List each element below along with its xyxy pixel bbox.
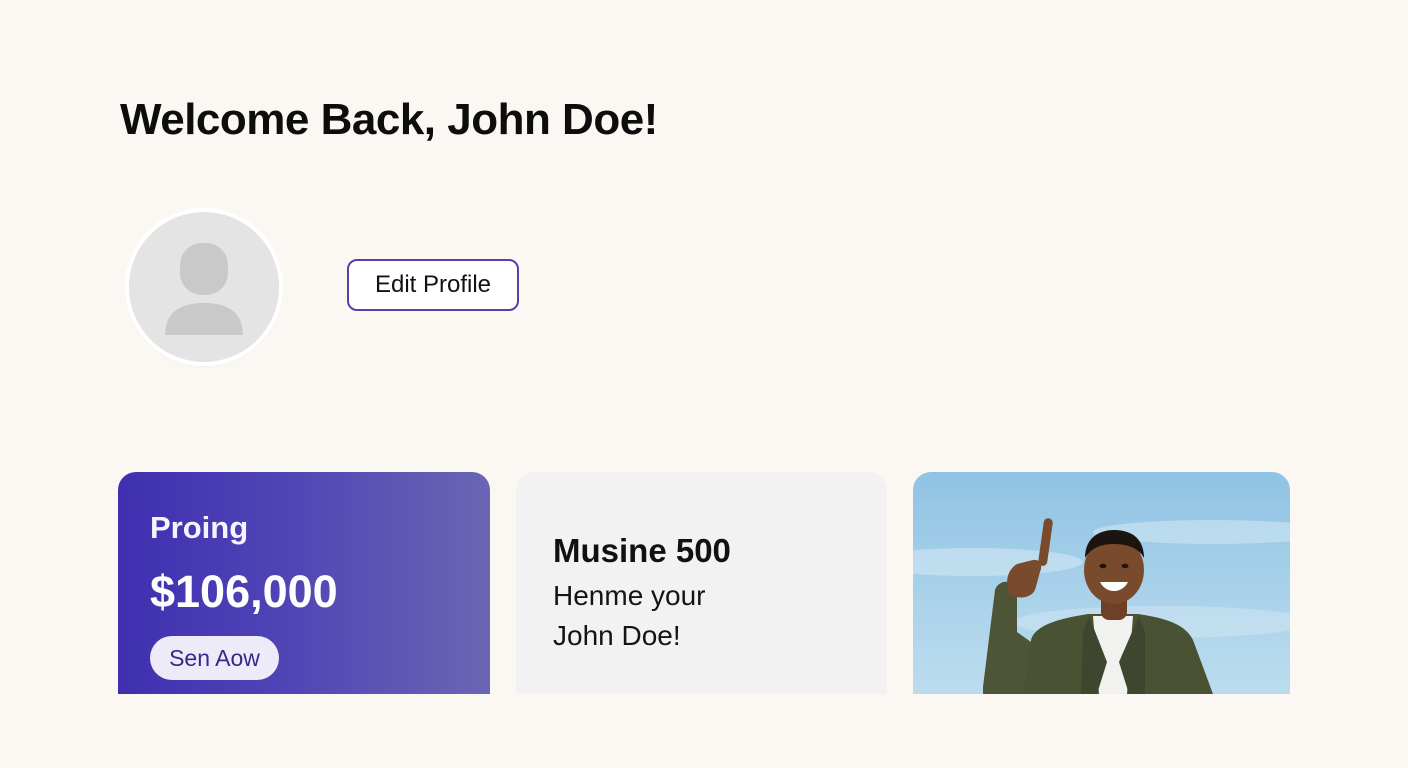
avatar[interactable] bbox=[129, 212, 279, 362]
edit-profile-button[interactable]: Edit Profile bbox=[347, 259, 519, 311]
promo-card-button[interactable]: Sen Aow bbox=[150, 636, 279, 680]
info-card-text-line-1: Henme your bbox=[553, 580, 706, 611]
photo-card[interactable] bbox=[913, 472, 1290, 694]
smiling-man-pointing-up-photo bbox=[913, 518, 1290, 694]
promo-card-label: Proing bbox=[150, 510, 249, 545]
promo-card: Proing $106,000 Sen Aow bbox=[118, 472, 490, 694]
info-card-title: Musine 500 bbox=[553, 532, 731, 569]
promo-card-amount: $106,000 bbox=[150, 566, 338, 617]
info-card: Musine 500 Henme your John Doe! bbox=[516, 472, 887, 694]
info-card-text-line-2: John Doe! bbox=[553, 620, 681, 651]
page-title: Welcome Back, John Doe! bbox=[120, 95, 658, 144]
user-silhouette-icon bbox=[129, 212, 279, 362]
